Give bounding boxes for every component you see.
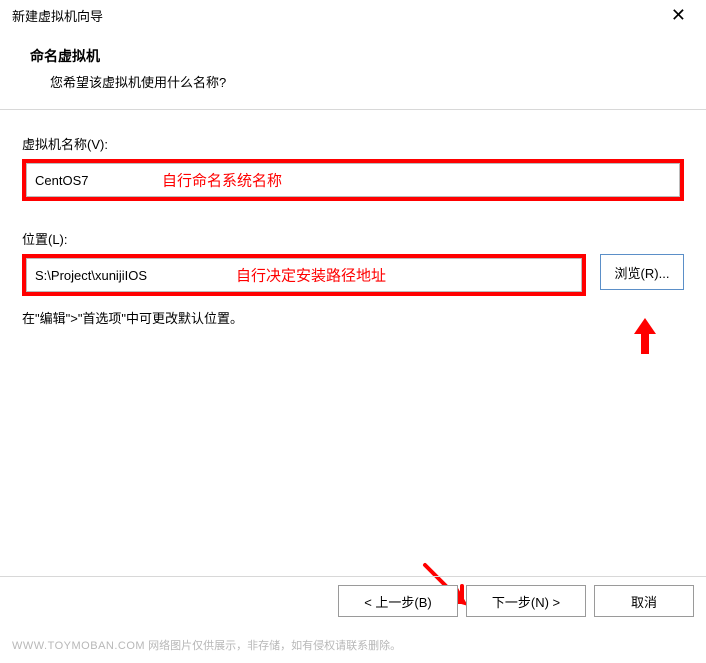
vm-name-label: 虚拟机名称(V):: [22, 134, 684, 153]
location-row: 自行决定安装路径地址 浏览(R)...: [22, 254, 684, 296]
button-row: < 上一步(B) 下一步(N) > 取消: [0, 576, 706, 625]
location-input[interactable]: [26, 258, 582, 292]
browse-button[interactable]: 浏览(R)...: [600, 254, 684, 290]
page-title: 命名虚拟机: [30, 46, 686, 66]
window-title: 新建虚拟机向导: [12, 6, 103, 25]
watermark: WWW.TOYMOBAN.COM 网络图片仅供展示，非存储，如有侵权请联系删除。: [12, 637, 401, 653]
vm-name-row: 自行命名系统名称: [22, 159, 684, 201]
titlebar: 新建虚拟机向导 ✕: [0, 0, 706, 32]
page-subtitle: 您希望该虚拟机使用什么名称?: [30, 72, 686, 91]
watermark-text: 网络图片仅供展示，非存储，如有侵权请联系删除。: [148, 640, 401, 652]
back-button[interactable]: < 上一步(B): [338, 585, 458, 617]
close-icon[interactable]: ✕: [663, 3, 694, 28]
location-label: 位置(L):: [22, 229, 684, 248]
vm-name-input[interactable]: [26, 163, 680, 197]
next-button[interactable]: 下一步(N) >: [466, 585, 586, 617]
watermark-site: WWW.TOYMOBAN.COM: [12, 640, 145, 652]
location-highlight: 自行决定安装路径地址: [22, 254, 586, 296]
cancel-button[interactable]: 取消: [594, 585, 694, 617]
vm-name-highlight: 自行命名系统名称: [22, 159, 684, 201]
header-section: 命名虚拟机 您希望该虚拟机使用什么名称?: [0, 32, 706, 109]
form-area: 虚拟机名称(V): 自行命名系统名称 位置(L): 自行决定安装路径地址 浏览(…: [0, 110, 706, 337]
hint-text: 在"编辑">"首选项"中可更改默认位置。: [22, 308, 684, 327]
